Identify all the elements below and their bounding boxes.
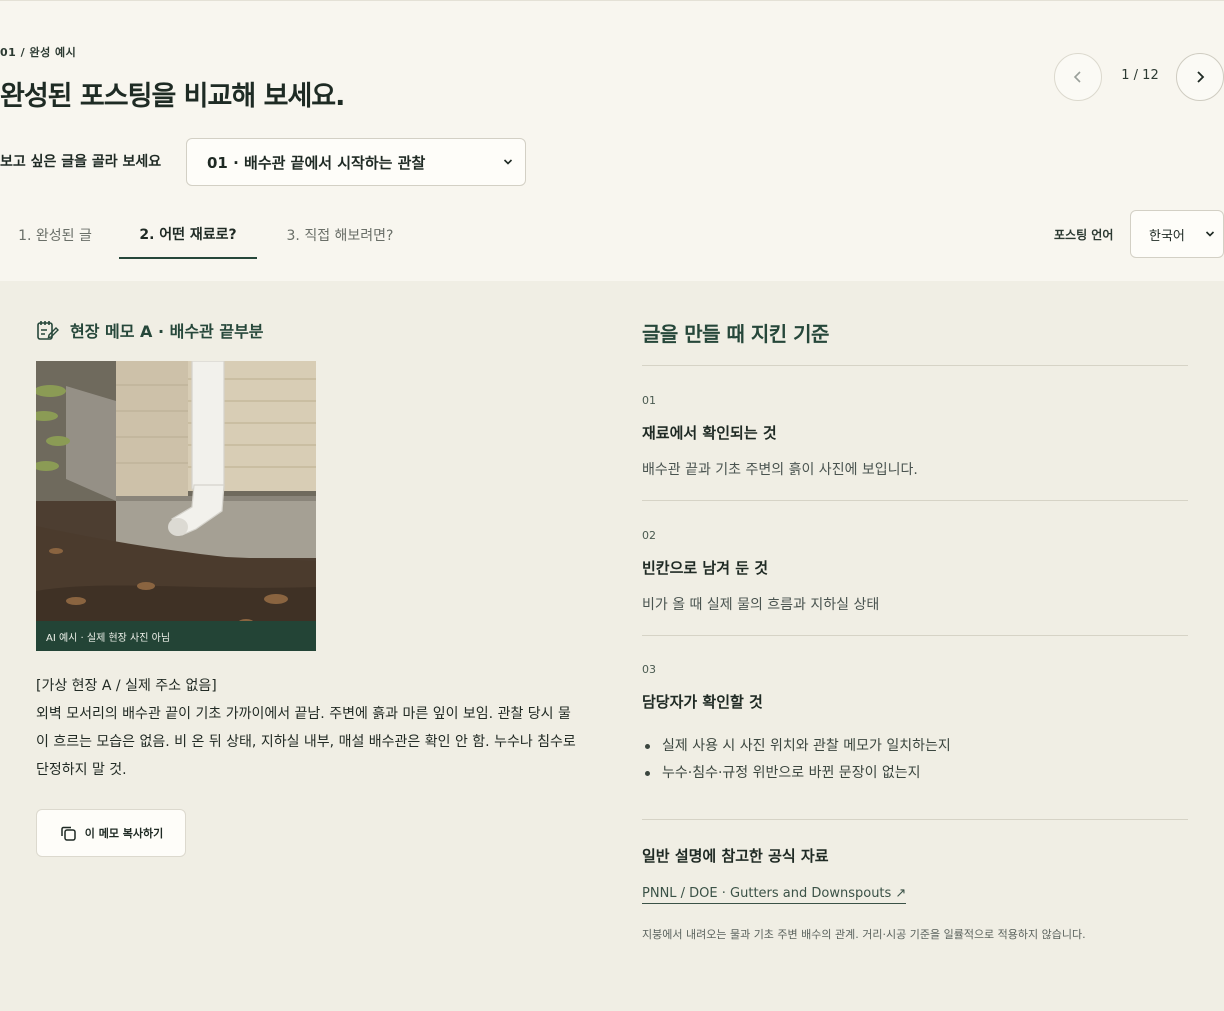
divider bbox=[642, 500, 1188, 501]
check-list: 실제 사용 시 사진 위치와 관찰 메모가 일치하는지 누수·침수·규정 위반으… bbox=[642, 733, 1188, 787]
criteria-heading: 담당자가 확인할 것 bbox=[642, 693, 763, 711]
pager: 1 / 12 bbox=[1054, 53, 1224, 101]
reference-note: 지붕에서 내려오는 물과 기초 주변 배수의 관계. 거리·시공 기준을 일률적… bbox=[642, 928, 1086, 941]
language-select[interactable]: 한국어 bbox=[1130, 210, 1224, 258]
tab-try-it[interactable]: 3. 직접 해보려면? bbox=[270, 210, 410, 259]
divider bbox=[642, 819, 1188, 820]
memo-line: [가상 현장 A / 실제 주소 없음] bbox=[36, 678, 217, 694]
section-eyebrow: 01 / 완성 예시 bbox=[0, 46, 77, 59]
criteria-body: 배수관 끝과 기초 주변의 흙이 사진에 보입니다. bbox=[642, 462, 918, 478]
site-photo bbox=[36, 361, 316, 651]
divider bbox=[642, 365, 1188, 366]
top-divider bbox=[0, 0, 1224, 1]
list-item: 실제 사용 시 사진 위치와 관찰 메모가 일치하는지 bbox=[642, 733, 1188, 760]
post-select-value: 01 · 배수관 끝에서 시작하는 관찰 bbox=[207, 153, 426, 172]
chevron-down-icon bbox=[503, 159, 513, 165]
criteria-number: 02 bbox=[642, 529, 656, 542]
page-title: 완성된 포스팅을 비교해 보세요. bbox=[0, 81, 345, 112]
criteria-body: 비가 올 때 실제 물의 흐름과 지하실 상태 bbox=[642, 597, 880, 613]
copy-memo-button[interactable]: 이 메모 복사하기 bbox=[36, 809, 186, 857]
memo-line: 외벽 모서리의 배수관 끝이 기초 가까이에서 끝남. 주변에 흙과 마른 잎이… bbox=[36, 706, 576, 778]
criteria-title: 글을 만들 때 지킨 기준 bbox=[642, 322, 829, 346]
memo-body: [가상 현장 A / 실제 주소 없음] 외벽 모서리의 배수관 끝이 기초 가… bbox=[36, 672, 581, 784]
notepad-edit-icon bbox=[37, 321, 59, 340]
list-item: 누수·침수·규정 위반으로 바뀐 문장이 없는지 bbox=[642, 760, 1188, 787]
criteria-number: 01 bbox=[642, 394, 656, 407]
criteria-heading: 재료에서 확인되는 것 bbox=[642, 424, 777, 442]
reference-link[interactable]: PNNL / DOE · Gutters and Downspouts ↗ bbox=[642, 886, 907, 904]
criteria-number: 03 bbox=[642, 663, 656, 676]
memo-header: 현장 메모 A · 배수관 끝부분 bbox=[36, 318, 264, 342]
next-button[interactable] bbox=[1176, 53, 1224, 101]
tab-finished-post[interactable]: 1. 완성된 글 bbox=[0, 210, 110, 259]
criteria-heading: 빈칸으로 남겨 둔 것 bbox=[642, 559, 769, 577]
copy-memo-label: 이 메모 복사하기 bbox=[84, 827, 164, 840]
post-select[interactable]: 01 · 배수관 끝에서 시작하는 관찰 bbox=[186, 138, 526, 186]
memo-title: 현장 메모 A · 배수관 끝부분 bbox=[70, 322, 264, 341]
chevron-down-icon bbox=[1205, 231, 1215, 237]
tab-materials[interactable]: 2. 어떤 재료로? bbox=[119, 210, 257, 259]
chevron-left-icon bbox=[1073, 71, 1081, 83]
reference-title: 일반 설명에 참고한 공식 자료 bbox=[642, 847, 829, 865]
post-select-label: 보고 싶은 글을 골라 보세요 bbox=[0, 154, 162, 170]
copy-icon bbox=[61, 826, 76, 841]
language-select-value: 한국어 bbox=[1149, 228, 1185, 244]
page-count: 1 / 12 bbox=[1121, 68, 1159, 83]
photo-caption: AI 예시 · 실제 현장 사진 아님 bbox=[36, 621, 316, 651]
chevron-right-icon bbox=[1197, 71, 1205, 83]
language-label: 포스팅 언어 bbox=[1054, 228, 1114, 242]
prev-button[interactable] bbox=[1054, 53, 1102, 101]
divider bbox=[642, 635, 1188, 636]
